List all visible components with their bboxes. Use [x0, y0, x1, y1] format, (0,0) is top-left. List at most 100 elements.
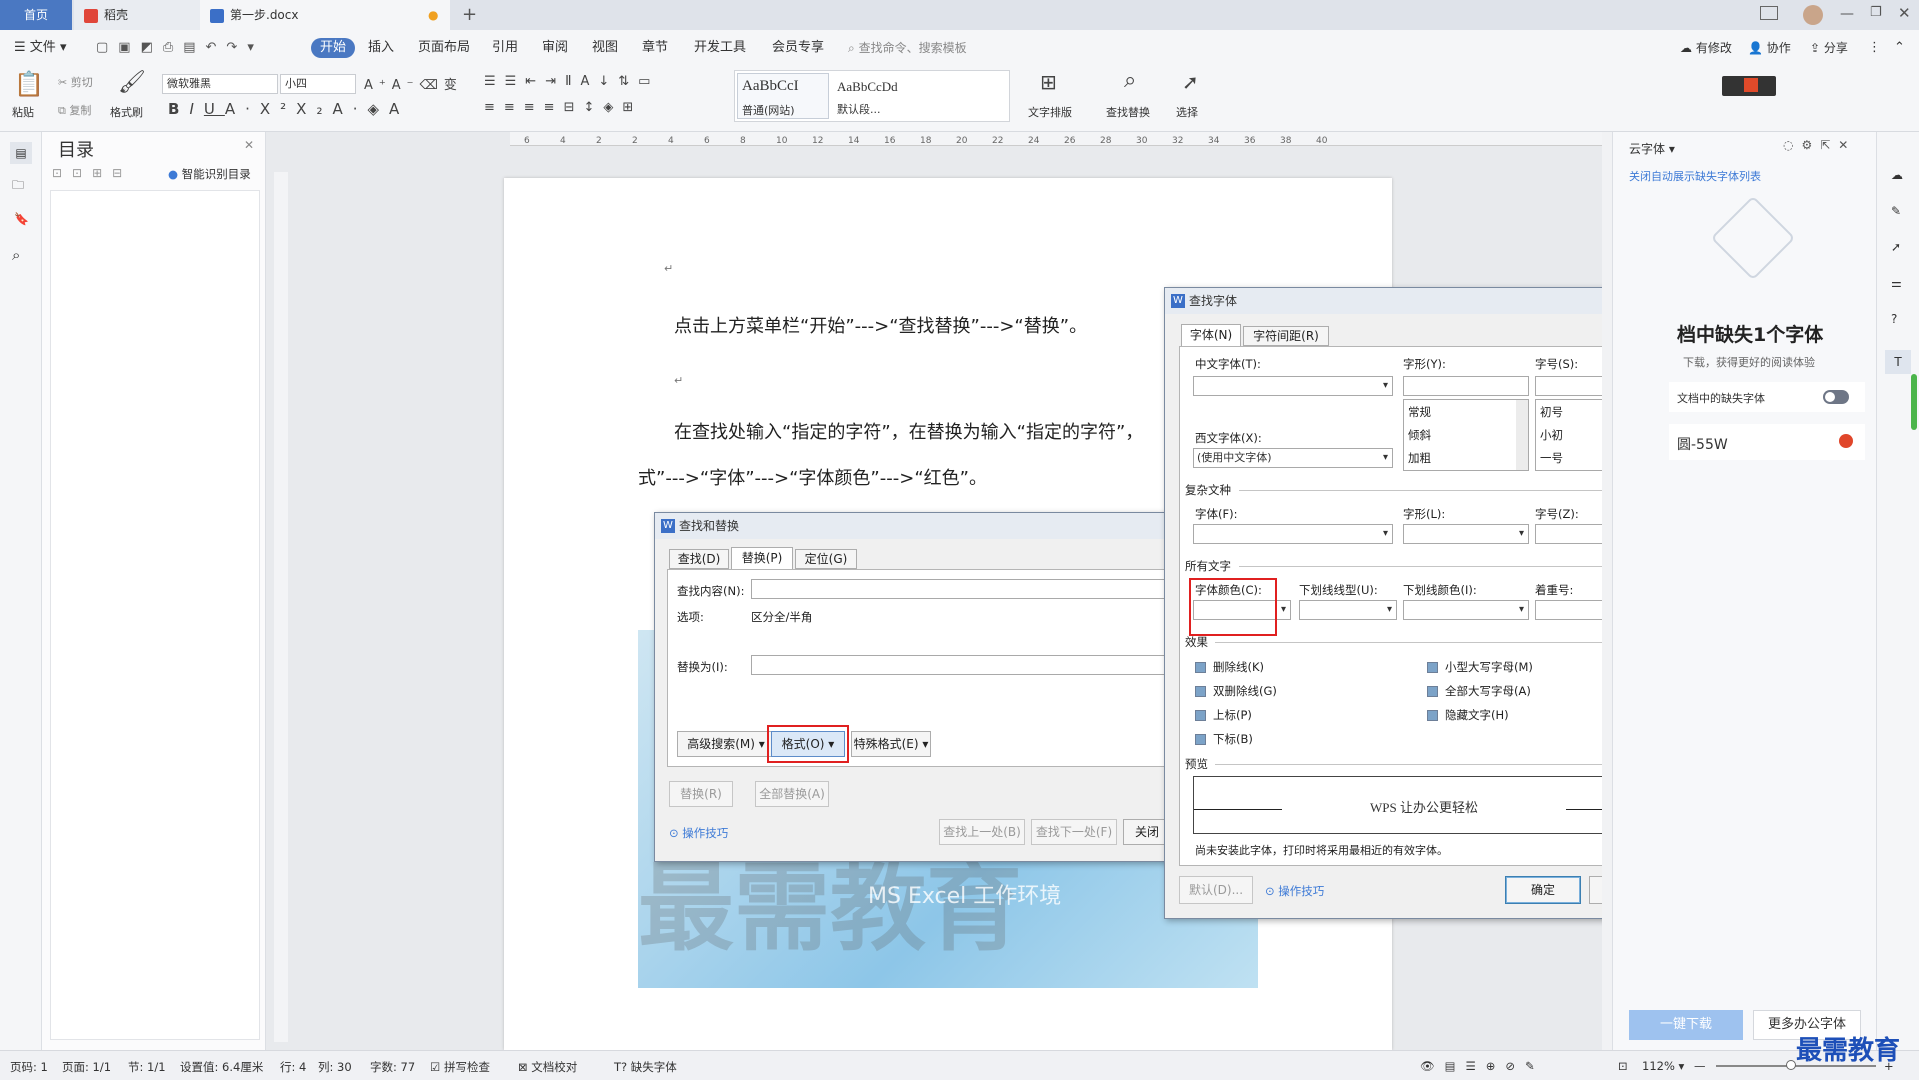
copy-button[interactable]: ⧉ 复制	[58, 102, 91, 118]
proofread-button[interactable]: ⊠ 文档校对	[518, 1059, 577, 1075]
superscript-checkbox[interactable]	[1195, 710, 1206, 721]
tab-replace[interactable]: 替换(P)	[731, 547, 793, 569]
menu-insert[interactable]: 插入	[368, 38, 394, 58]
find-replace-label[interactable]: 查找替换	[1106, 104, 1150, 120]
panel-tool-icons[interactable]: ◌⚙⇱✕	[1783, 138, 1856, 152]
menu-member[interactable]: 会员专享	[772, 38, 824, 58]
toc-tool-icons[interactable]: ⊡⊡⊞⊟	[52, 166, 132, 180]
tab-char-spacing[interactable]: 字符间距(R)	[1243, 326, 1329, 346]
settings-sliders-icon[interactable]: ⚌	[1891, 276, 1902, 290]
menu-start[interactable]: 开始	[311, 38, 356, 58]
text-layout-label[interactable]: 文字排版	[1028, 104, 1072, 120]
underline-style-select[interactable]	[1299, 600, 1397, 620]
ok-button[interactable]: 确定	[1505, 876, 1581, 904]
tab-document[interactable]: 第一步.docx ●	[200, 0, 450, 30]
tab-daoke[interactable]: 稻壳	[74, 0, 200, 30]
style-gallery[interactable]: AaBbCcI 普通(网站) AaBbCcDd 默认段...	[734, 70, 1010, 122]
special-format-button[interactable]: 特殊格式(E) ▾	[851, 731, 931, 757]
menu-reference[interactable]: 引用	[492, 38, 518, 58]
screen-recorder-icon[interactable]	[1722, 76, 1776, 96]
cn-font-select[interactable]	[1193, 376, 1393, 396]
new-tab-button[interactable]: +	[462, 4, 477, 25]
share-button[interactable]: ⇪ 分享	[1810, 38, 1848, 58]
double-strikethrough-checkbox[interactable]	[1195, 686, 1206, 697]
style-option-regular[interactable]: 常规	[1408, 404, 1431, 420]
format-painter-icon[interactable]: 🖌	[118, 70, 146, 95]
close-auto-list-link[interactable]: 关闭自动展示缺失字体列表	[1629, 168, 1761, 184]
tab-home[interactable]: 首页	[0, 0, 72, 30]
cloud-icon[interactable]: ☁	[1891, 168, 1903, 182]
subscript-checkbox[interactable]	[1195, 734, 1206, 745]
find-previous-button[interactable]: 查找上一处(B)	[939, 819, 1025, 845]
font-tips-link[interactable]: ⊙ 操作技巧	[1265, 883, 1324, 899]
pointer-icon[interactable]: ➚	[1891, 240, 1901, 254]
chapter-nav-icon[interactable]: 🗀	[12, 176, 24, 197]
style-input[interactable]	[1403, 376, 1529, 396]
view-mode-icons[interactable]: 👁▤☰⊕⊘✎	[1420, 1059, 1545, 1073]
file-menu[interactable]: ☰ 文件 ▾	[14, 38, 66, 58]
replace-all-button[interactable]: 全部替换(A)	[755, 781, 829, 807]
paste-label[interactable]: 粘贴	[12, 104, 34, 120]
menu-view[interactable]: 视图	[592, 38, 618, 58]
panel-scroll-thumb[interactable]	[1911, 374, 1917, 430]
underline-color-select[interactable]	[1403, 600, 1529, 620]
toc-close-icon[interactable]: ✕	[244, 138, 254, 152]
all-caps-checkbox[interactable]	[1427, 686, 1438, 697]
style-normal-web[interactable]: AaBbCcI 普通(网站)	[737, 73, 829, 119]
collaborate-button[interactable]: 👤 协作	[1748, 38, 1791, 58]
has-changes-button[interactable]: ☁ 有修改	[1680, 38, 1732, 58]
style-list-scrollbar[interactable]	[1516, 400, 1528, 470]
help-icon[interactable]: ?	[1891, 312, 1897, 326]
toc-nav-icon[interactable]: ▤	[10, 142, 32, 164]
menu-review[interactable]: 审阅	[542, 38, 568, 58]
smart-toc-button[interactable]: ● 智能识别目录	[168, 166, 251, 182]
paste-icon[interactable]: 📋	[14, 70, 44, 98]
more-options-icon[interactable]: ⋮	[1868, 38, 1881, 58]
text-format-buttons[interactable]: BIUA·X²X₂A·◈A	[168, 100, 409, 118]
minimize-button[interactable]: —	[1840, 6, 1854, 22]
close-window-button[interactable]: ✕	[1898, 4, 1911, 22]
zoom-fit-icon[interactable]: ⊡	[1618, 1059, 1628, 1073]
doc-line-1[interactable]: 点击上方菜单栏“开始”--->“查找替换”--->“替换”。	[674, 312, 1087, 338]
download-all-button[interactable]: 一键下载	[1629, 1010, 1743, 1040]
window-layout-icon[interactable]	[1760, 6, 1778, 20]
size-option-3[interactable]: 一号	[1540, 450, 1563, 466]
zoom-level[interactable]: 112% ▾	[1642, 1059, 1684, 1073]
tips-link[interactable]: ⊙ 操作技巧	[669, 825, 728, 841]
style-option-italic[interactable]: 倾斜	[1408, 427, 1431, 443]
zoom-slider-thumb[interactable]	[1786, 1060, 1796, 1070]
cloud-font-title[interactable]: 云字体 ▾	[1629, 140, 1675, 157]
spell-check-button[interactable]: ☑ 拼写检查	[430, 1059, 490, 1075]
bookmark-icon[interactable]: 🔖	[14, 212, 29, 226]
align-buttons[interactable]: ≡≡≡≡⊟↕◈⊞	[484, 100, 642, 115]
tab-find[interactable]: 查找(D)	[669, 549, 729, 569]
font-name-select[interactable]: 微软雅黑	[162, 74, 278, 94]
menu-developer[interactable]: 开发工具	[694, 38, 746, 58]
format-painter-label[interactable]: 格式刷	[110, 104, 143, 120]
restore-button[interactable]: ❐	[1870, 5, 1882, 20]
menu-chapter[interactable]: 章节	[642, 38, 668, 58]
complex-style-select[interactable]	[1403, 524, 1529, 544]
size-option-1[interactable]: 初号	[1540, 404, 1563, 420]
missing-font-item[interactable]: 圆-55W	[1669, 424, 1865, 460]
replace-with-input[interactable]	[751, 655, 1171, 675]
style-option-bold[interactable]: 加粗	[1408, 450, 1431, 466]
download-font-icon[interactable]	[1839, 434, 1853, 448]
user-avatar[interactable]	[1803, 5, 1823, 25]
doc-line-2[interactable]: 在查找处输入“指定的字符”，在替换为输入“指定的字符”，	[674, 418, 1143, 444]
missing-font-status[interactable]: T? 缺失字体	[614, 1059, 677, 1075]
find-next-button[interactable]: 查找下一处(F)	[1031, 819, 1117, 845]
list-indent-buttons[interactable]: ☰☰⇤⇥ⅡA↓⇅▭	[484, 74, 659, 89]
hidden-text-checkbox[interactable]	[1427, 710, 1438, 721]
cut-button[interactable]: ✂ 剪切	[58, 74, 93, 90]
command-search[interactable]: ⌕ 查找命令、搜索模板	[848, 38, 967, 58]
menu-page-layout[interactable]: 页面布局	[418, 38, 470, 58]
replace-button[interactable]: 替换(R)	[669, 781, 733, 807]
select-cursor-icon[interactable]: ➚	[1182, 70, 1199, 94]
strikethrough-checkbox[interactable]	[1195, 662, 1206, 673]
select-label[interactable]: 选择	[1176, 104, 1198, 120]
advanced-search-button[interactable]: 高级搜索(M) ▾	[677, 731, 775, 757]
edit-icon[interactable]: ✎	[1891, 204, 1901, 218]
find-content-input[interactable]	[751, 579, 1171, 599]
default-button[interactable]: 默认(D)...	[1179, 876, 1253, 904]
